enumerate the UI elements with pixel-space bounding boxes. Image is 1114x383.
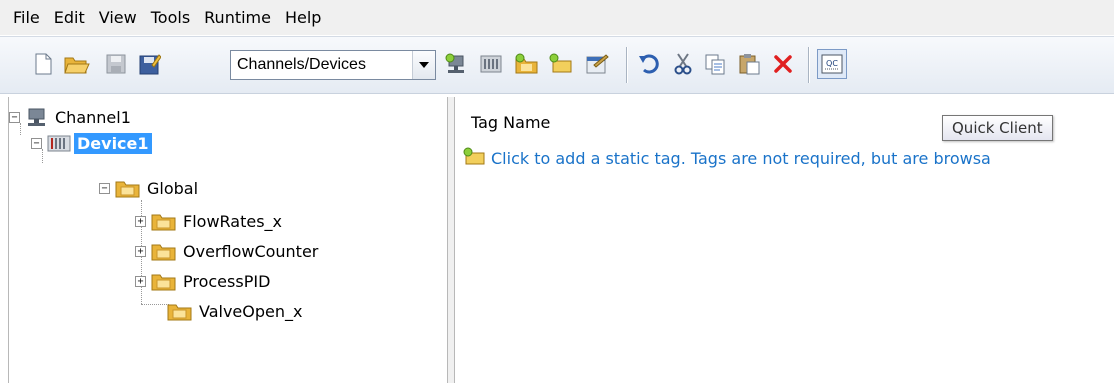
tree-connector bbox=[141, 304, 169, 305]
expand-toggle[interactable]: + bbox=[135, 215, 146, 227]
tree-node-child[interactable]: + ProcessPID bbox=[135, 268, 273, 294]
column-header-tag-name[interactable]: Tag Name bbox=[471, 113, 550, 132]
folder-icon bbox=[151, 211, 177, 231]
folder-icon bbox=[167, 301, 193, 321]
channel-label: Channel1 bbox=[55, 107, 131, 127]
pane-splitter[interactable] bbox=[447, 97, 455, 383]
device-icon bbox=[47, 133, 71, 153]
collapse-toggle[interactable]: − bbox=[9, 111, 20, 123]
save-icon[interactable] bbox=[101, 49, 131, 79]
toolbar: Channels/Devices QC bbox=[0, 36, 1114, 94]
folder-icon bbox=[115, 178, 141, 198]
undo-icon[interactable] bbox=[634, 49, 664, 79]
tree-node-child[interactable]: + OverflowCounter bbox=[135, 238, 321, 264]
copy-icon[interactable] bbox=[700, 49, 730, 79]
new-channel-icon[interactable] bbox=[442, 49, 472, 79]
new-icon[interactable] bbox=[28, 49, 58, 79]
tree-node-child[interactable]: ValveOpen_x bbox=[167, 298, 305, 324]
add-static-tag-text: Click to add a static tag. Tags are not … bbox=[491, 148, 991, 168]
tree-node-child[interactable]: + FlowRates_x bbox=[135, 208, 285, 234]
cut-icon[interactable] bbox=[668, 49, 698, 79]
toolbar-separator bbox=[808, 47, 810, 83]
new-device-icon[interactable] bbox=[476, 49, 506, 79]
view-selector-value: Channels/Devices bbox=[237, 56, 366, 73]
child-label: OverflowCounter bbox=[183, 241, 319, 261]
open-icon[interactable] bbox=[62, 49, 92, 79]
quick-client-icon[interactable]: QC bbox=[817, 49, 847, 79]
quick-client-badge: QC bbox=[826, 59, 838, 68]
menu-help[interactable]: Help bbox=[278, 0, 328, 35]
child-label: ValveOpen_x bbox=[199, 301, 303, 321]
quick-client-tooltip: Quick Client bbox=[942, 115, 1053, 141]
menu-bar: File Edit View Tools Runtime Help bbox=[0, 0, 1114, 35]
save-as-icon[interactable] bbox=[135, 49, 165, 79]
device-label: Device1 bbox=[74, 132, 152, 154]
view-selector-dropdown[interactable]: Channels/Devices bbox=[230, 50, 436, 80]
tree-node-device[interactable]: − Device1 bbox=[31, 130, 152, 156]
paste-icon[interactable] bbox=[734, 49, 764, 79]
child-label: ProcessPID bbox=[183, 271, 271, 291]
group-label: Global bbox=[147, 178, 199, 198]
menu-runtime[interactable]: Runtime bbox=[197, 0, 278, 35]
expand-toggle[interactable]: + bbox=[135, 245, 146, 257]
folder-icon bbox=[151, 271, 177, 291]
child-label: FlowRates_x bbox=[183, 211, 283, 231]
new-tag-icon[interactable] bbox=[546, 49, 576, 79]
toolbar-separator bbox=[626, 47, 628, 83]
new-tag-icon bbox=[463, 147, 485, 169]
menu-file[interactable]: File bbox=[6, 0, 47, 35]
expand-toggle[interactable]: + bbox=[135, 275, 146, 287]
tree-node-channel[interactable]: − Channel1 bbox=[9, 104, 134, 130]
project-tree: − Channel1 − Device1 − Global + FlowRate… bbox=[8, 97, 448, 383]
collapse-toggle[interactable]: − bbox=[31, 137, 42, 149]
collapse-toggle[interactable]: − bbox=[99, 182, 110, 194]
properties-icon[interactable] bbox=[582, 49, 612, 79]
delete-icon[interactable] bbox=[768, 49, 798, 79]
channel-icon bbox=[25, 107, 49, 127]
menu-edit[interactable]: Edit bbox=[47, 0, 92, 35]
folder-icon bbox=[151, 241, 177, 261]
add-static-tag-link[interactable]: Click to add a static tag. Tags are not … bbox=[463, 147, 991, 169]
menu-view[interactable]: View bbox=[92, 0, 144, 35]
chevron-down-icon[interactable] bbox=[412, 51, 435, 79]
new-tag-group-icon[interactable] bbox=[512, 49, 542, 79]
menu-tools[interactable]: Tools bbox=[144, 0, 197, 35]
tree-node-group[interactable]: − Global bbox=[99, 175, 201, 201]
